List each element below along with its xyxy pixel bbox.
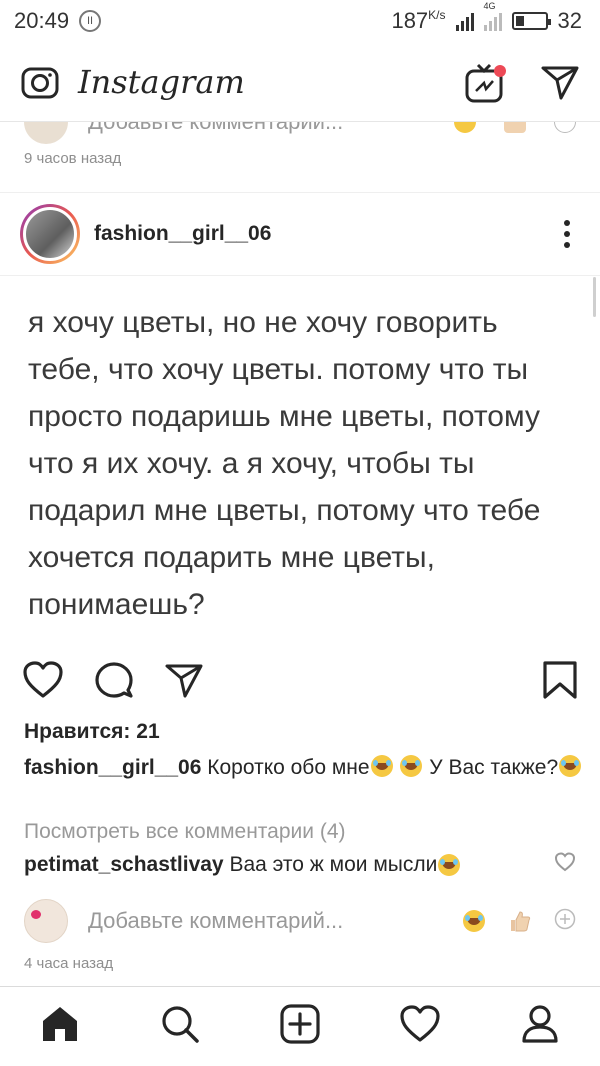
add-comment-input[interactable]: Добавьте комментарий... [88,122,343,135]
caption-text: У Вас [429,756,485,779]
igtv-icon[interactable] [464,61,506,103]
post-quote-text: я хочу цветы, но не хочу говорить тебе, … [28,306,541,621]
avatar [23,207,77,261]
laugh-emoji-icon[interactable] [454,122,476,133]
post-timestamp: 9 часов назад [24,150,122,167]
caption-username[interactable]: fashion__girl__06 [24,756,201,779]
post-username[interactable]: fashion__girl__06 [94,222,271,246]
comment-row: petimat_schastlivay Ваа это ж мои мысли [24,852,576,878]
caption-text: также? [490,756,559,779]
story-avatar[interactable] [20,204,80,264]
post-header: fashion__girl__06 [0,192,600,276]
network-speed: 187K/s [391,8,446,33]
battery-level: 32 [557,8,582,33]
add-comment-input[interactable]: Добавьте комментарий... [88,908,343,934]
comment-username[interactable]: petimat_schastlivay [24,853,224,877]
instagram-logo: Instagram [78,62,245,101]
post-actions [0,652,600,712]
home-icon[interactable] [39,1003,81,1050]
share-send-icon[interactable] [164,660,204,705]
bottom-nav [0,986,600,1066]
post-image[interactable]: я хочу цветы, но не хочу говорить тебе, … [0,277,600,647]
thumbs-up-emoji-icon[interactable] [504,122,526,133]
thumbs-up-emoji-icon[interactable] [508,909,532,933]
laugh-emoji-icon [559,755,582,777]
likes-count[interactable]: Нравится: 21 [24,720,160,744]
plus-circle-icon[interactable] [554,122,576,133]
add-post-icon[interactable] [279,1003,321,1050]
profile-icon[interactable] [519,1003,561,1050]
search-icon[interactable] [159,1003,201,1050]
camera-icon[interactable] [20,62,60,102]
comment-bubble-icon[interactable] [94,660,134,705]
notification-dot [494,64,506,77]
comment-like-heart-icon[interactable] [554,852,576,878]
previous-post-footer: Добавьте комментарий... 9 часов назад [0,122,600,192]
app-header: Instagram [0,42,600,122]
plus-circle-icon[interactable] [554,908,576,935]
laugh-emoji-icon[interactable] [463,910,485,932]
view-all-comments-link[interactable]: Посмотреть все комментарии (4) [24,820,346,844]
post-caption: fashion__girl__06 Коротко обо мне У Вас … [24,752,584,784]
laugh-emoji-icon [400,755,423,777]
bookmark-icon[interactable] [542,660,578,704]
status-time: 20:49 [14,8,70,33]
battery-icon [511,12,551,30]
avatar [24,122,68,144]
direct-send-icon[interactable] [540,62,580,102]
wifi-signal-icon [455,11,474,31]
avatar [24,899,68,943]
like-heart-icon[interactable] [22,660,64,705]
laugh-emoji-icon [438,854,461,876]
pause-circle-icon: II [79,10,102,32]
prev-add-comment-row[interactable]: Добавьте комментарий... [24,122,576,144]
cell-signal-icon: 4G [483,1,502,31]
laugh-emoji-icon [370,755,393,777]
scrollbar [593,277,596,317]
activity-heart-icon[interactable] [399,1004,441,1049]
caption-text: Коротко обо мне [207,756,370,779]
more-options-icon[interactable] [554,214,580,254]
status-bar: 20:49 II 187K/s 4G 32 [0,0,600,42]
post-timestamp: 4 часа назад [24,955,114,972]
add-comment-row: Добавьте комментарий... [24,896,576,946]
comment-text: Ваа это ж мои мысли [229,853,438,876]
